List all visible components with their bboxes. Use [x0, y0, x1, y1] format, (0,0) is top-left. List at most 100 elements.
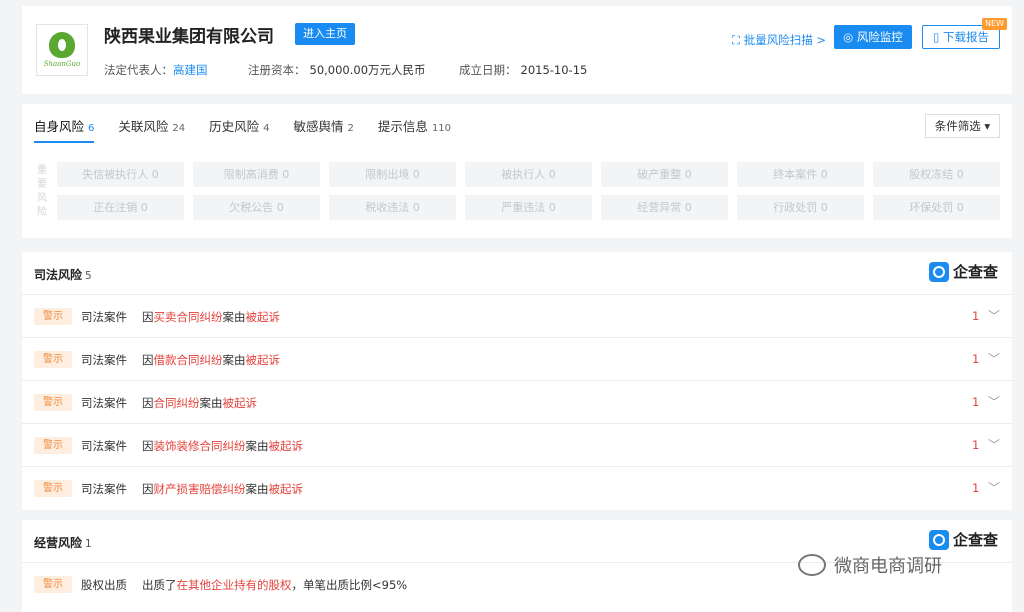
- risk-category-cell[interactable]: 失信被执行人 0: [57, 162, 184, 187]
- case-role: 被起诉: [222, 396, 258, 410]
- tab-count: 110: [431, 123, 452, 134]
- desc-text: ，单笔出质比例<95%: [291, 578, 408, 592]
- tab-label: 敏感舆情: [293, 119, 344, 134]
- row-count: 1: [972, 438, 980, 452]
- warning-badge: 警示: [34, 394, 72, 411]
- risk-overview: 自身风险 6 关联风险 24 历史风险 4 敏感舆情 2 提示信息 110 条件筛选 ▾ …: [22, 104, 1012, 238]
- new-badge: NEW: [982, 18, 1007, 30]
- risk-category-cell[interactable]: 终本案件 0: [737, 162, 864, 187]
- row-description: 因财产损害赔偿纠纷案由被起诉: [142, 481, 303, 497]
- desc-text: 因: [142, 310, 154, 324]
- case-cause: 合同纠纷: [153, 396, 200, 410]
- enter-home-button[interactable]: 进入主页: [295, 23, 355, 45]
- risk-category-cell[interactable]: 经营异常 0: [601, 195, 728, 220]
- tab-label: 自身风险: [34, 119, 85, 134]
- legal-rep-label: 法定代表人：: [104, 63, 173, 77]
- risk-category-cell[interactable]: 破产重整 0: [601, 162, 728, 187]
- case-role: 被起诉: [268, 482, 304, 496]
- qichacha-logo-icon: [928, 261, 949, 282]
- wechat-watermark: 微商电商调研: [798, 552, 942, 578]
- desc-text: 因: [142, 439, 154, 453]
- wechat-icon: [798, 554, 826, 576]
- registered-capital: 注册资本： 50,000.00万元人民币: [248, 62, 426, 78]
- tab-sensitive-news[interactable]: 敏感舆情 2: [294, 116, 354, 143]
- judicial-row[interactable]: 警示 司法案件 因买卖合同纠纷案由被起诉 1 ﹀: [22, 294, 1012, 337]
- brand-text: 企查查: [952, 531, 998, 549]
- row-description: 因装饰装修合同纠纷案由被起诉: [142, 438, 303, 454]
- company-name: 陕西果业集团有限公司: [104, 27, 274, 47]
- apple-logo-icon: [49, 32, 75, 58]
- qichacha-brand: 企查查: [928, 261, 998, 282]
- logo-script: ShaanGuo: [43, 60, 81, 68]
- capital-label: 注册资本：: [248, 63, 306, 77]
- section-count: 5: [85, 270, 92, 282]
- section-title: 司法风险 5: [34, 266, 92, 283]
- section-count: 1: [85, 538, 92, 550]
- tab-self-risk[interactable]: 自身风险 6: [34, 116, 95, 143]
- row-type: 司法案件: [81, 310, 127, 324]
- judicial-row[interactable]: 警示 司法案件 因借款合同纠纷案由被起诉 1 ﹀: [22, 337, 1012, 380]
- tab-related-risk[interactable]: 关联风险 24: [118, 116, 185, 143]
- risk-category-cell[interactable]: 环保处罚 0: [873, 195, 1000, 220]
- chevron-down-icon[interactable]: ﹀: [988, 350, 1000, 367]
- section-title: 经营风险 1: [34, 534, 92, 551]
- risk-monitor-button[interactable]: ◎ 风险监控: [834, 25, 912, 49]
- chevron-down-icon[interactable]: ﹀: [988, 479, 1000, 496]
- judicial-row[interactable]: 警示 司法案件 因财产损害赔偿纠纷案由被起诉 1 ﹀: [22, 466, 1012, 509]
- case-role: 被起诉: [245, 353, 281, 367]
- qichacha-brand: 企查查: [928, 529, 998, 550]
- risk-category-cell[interactable]: 正在注销 0: [57, 195, 184, 220]
- row-count: 1: [972, 352, 980, 366]
- risk-category-grid: 失信被执行人 0 限制高消费 0 限制出境 0 被执行人 0 破产重整 0 终本…: [57, 162, 1000, 220]
- desc-text: 案由: [199, 396, 223, 410]
- judicial-risk-section: 司法风险 5 企查查 警示 司法案件 因买卖合同纠纷案由被起诉 1 ﹀ 警示 司法…: [22, 252, 1012, 510]
- risk-category-cell[interactable]: 严重违法 0: [465, 195, 592, 220]
- company-logo: ShaanGuo: [36, 24, 88, 76]
- important-risk-label: 重要风险: [37, 165, 47, 218]
- qichacha-logo-icon: [928, 529, 949, 550]
- company-header: ShaanGuo 陕西果业集团有限公司 进入主页 法定代表人：高建国 注册资本：…: [22, 6, 1012, 94]
- download-label: 下载报告: [942, 30, 989, 44]
- chevron-down-icon[interactable]: ﹀: [988, 436, 1000, 453]
- risk-category-cell[interactable]: 股权冻结 0: [873, 162, 1000, 187]
- established-date: 成立日期： 2015-10-15: [459, 62, 587, 78]
- risk-category-cell[interactable]: 欠税公告 0: [193, 195, 320, 220]
- batch-risk-scan-link[interactable]: ⛶ 批量风险扫描 >: [732, 32, 826, 48]
- desc-text: 案由: [245, 482, 269, 496]
- desc-text: 因: [142, 482, 154, 496]
- tab-notice-info[interactable]: 提示信息 110: [378, 116, 451, 143]
- judicial-row[interactable]: 警示 司法案件 因装饰装修合同纠纷案由被起诉 1 ﹀: [22, 423, 1012, 466]
- row-count: 1: [972, 395, 980, 409]
- brand-text: 企查查: [952, 263, 998, 281]
- row-description: 出质了在其他企业持有的股权，单笔出质比例<95%: [142, 577, 407, 593]
- desc-text: 案由: [222, 310, 246, 324]
- tab-count: 2: [347, 123, 354, 134]
- row-type: 司法案件: [81, 353, 127, 367]
- risk-category-cell[interactable]: 被执行人 0: [465, 162, 592, 187]
- case-role: 被起诉: [268, 439, 304, 453]
- chevron-down-icon[interactable]: ﹀: [988, 307, 1000, 324]
- condition-filter-button[interactable]: 条件筛选 ▾: [925, 114, 1000, 138]
- row-type: 司法案件: [81, 439, 127, 453]
- case-cause: 财产损害赔偿纠纷: [153, 482, 246, 496]
- section-title-text: 经营风险: [34, 536, 83, 550]
- warning-badge: 警示: [34, 437, 72, 454]
- judicial-row[interactable]: 警示 司法案件 因合同纠纷案由被起诉 1 ﹀: [22, 380, 1012, 423]
- tab-label: 提示信息: [377, 119, 428, 134]
- desc-text: 案由: [222, 353, 246, 367]
- desc-text: 因: [142, 353, 154, 367]
- established-value: 2015-10-15: [520, 63, 588, 77]
- risk-category-cell[interactable]: 行政处罚 0: [737, 195, 864, 220]
- watermark-text: 微商电商调研: [834, 556, 942, 577]
- risk-category-cell[interactable]: 税收违法 0: [329, 195, 456, 220]
- risk-category-cell[interactable]: 限制高消费 0: [193, 162, 320, 187]
- row-description: 因买卖合同纠纷案由被起诉: [142, 309, 280, 325]
- desc-text: 案由: [245, 439, 269, 453]
- monitor-icon: ◎: [843, 30, 857, 44]
- tab-history-risk[interactable]: 历史风险 4: [209, 116, 269, 143]
- warning-badge: 警示: [34, 308, 72, 325]
- risk-category-cell[interactable]: 限制出境 0: [329, 162, 456, 187]
- tab-count: 4: [263, 123, 270, 134]
- legal-rep-link[interactable]: 高建国: [173, 63, 208, 77]
- chevron-down-icon[interactable]: ﹀: [988, 393, 1000, 410]
